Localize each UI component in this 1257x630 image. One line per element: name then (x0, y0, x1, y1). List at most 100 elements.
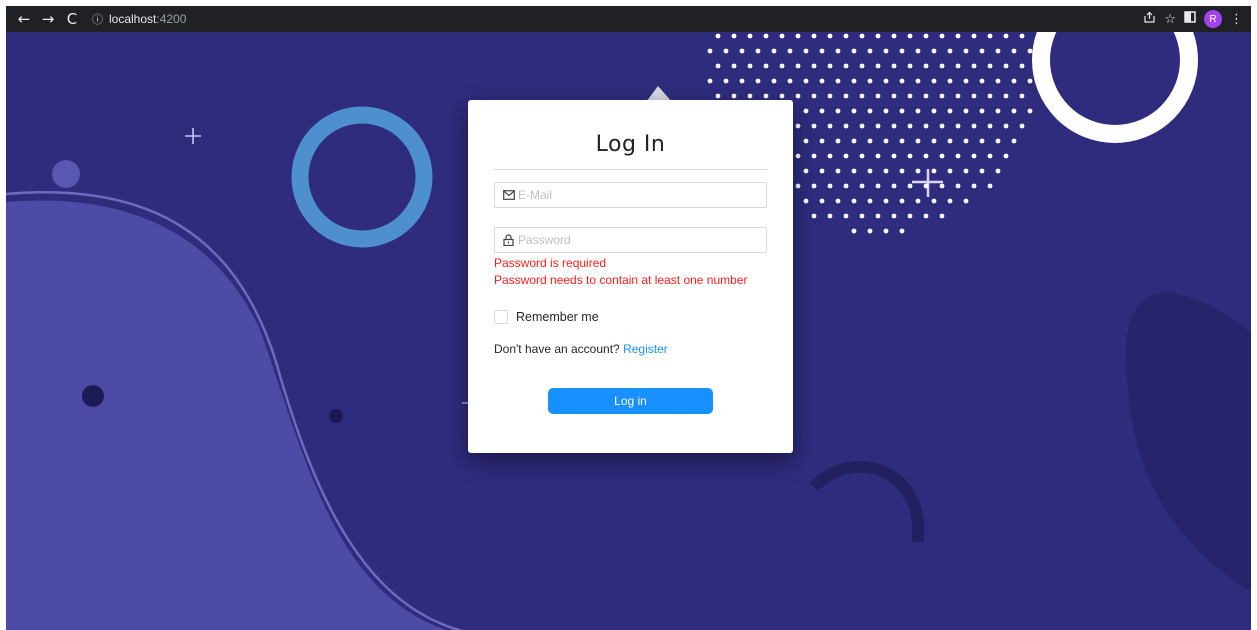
decorative-dot (835, 168, 841, 174)
decorative-dot (1011, 108, 1017, 114)
decorative-dot (771, 48, 777, 54)
decorative-dot (939, 93, 945, 99)
decorative-dot (795, 63, 801, 69)
decorative-dot (731, 33, 737, 39)
password-required-error: Password is required (494, 256, 607, 270)
decorative-dot (987, 153, 993, 159)
decorative-dot (883, 78, 889, 84)
email-input[interactable] (518, 184, 766, 206)
decorative-dot (939, 63, 945, 69)
decorative-dot (979, 108, 985, 114)
decorative-dot (915, 48, 921, 54)
decorative-dot (947, 78, 953, 84)
decorative-dot (859, 93, 865, 99)
back-icon[interactable]: ← (12, 7, 36, 31)
decorative-dot (787, 48, 793, 54)
decorative-dot (971, 123, 977, 129)
decorative-dot (851, 78, 857, 84)
decorative-dot (843, 123, 849, 129)
decorative-dot (819, 78, 825, 84)
mail-icon (503, 189, 515, 201)
decorative-dot (875, 33, 881, 39)
decorative-dot (955, 123, 961, 129)
decorative-dot (875, 93, 881, 99)
reload-icon[interactable]: C (60, 7, 84, 31)
decorative-dot (1019, 123, 1025, 129)
decorative-dot (899, 228, 905, 234)
decorative-dot (779, 93, 785, 99)
register-link[interactable]: Register (623, 342, 668, 356)
decorative-dot (859, 183, 865, 189)
side-panel-icon[interactable] (1184, 11, 1196, 27)
decorative-dot (739, 48, 745, 54)
decorative-dot (987, 33, 993, 39)
decorative-dot (979, 78, 985, 84)
bookmark-star-icon[interactable]: ☆ (1164, 12, 1176, 27)
decorative-dot (755, 78, 761, 84)
decorative-dot (843, 33, 849, 39)
decorative-dot (851, 138, 857, 144)
decorative-dot (1027, 108, 1033, 114)
decorative-dot (883, 228, 889, 234)
address-bar[interactable]: ⓘ localhost:4200 (92, 7, 186, 31)
decorative-dot (995, 108, 1001, 114)
remember-me-row[interactable]: Remember me (494, 310, 599, 324)
decorative-dot (1019, 33, 1025, 39)
remember-me-label: Remember me (516, 310, 599, 324)
decorative-dot (955, 153, 961, 159)
decorative-dot (827, 213, 833, 219)
decorative-dot (947, 138, 953, 144)
decorative-dot (955, 33, 961, 39)
share-icon[interactable] (1143, 11, 1156, 28)
menu-kebab-icon[interactable]: ⋮ (1230, 12, 1243, 27)
decorative-dot (835, 48, 841, 54)
decorative-dot (995, 48, 1001, 54)
decorative-dot (715, 63, 721, 69)
decorative-dot (963, 48, 969, 54)
decorative-dot (771, 78, 777, 84)
decorative-dot (859, 213, 865, 219)
profile-avatar[interactable]: R (1204, 10, 1222, 28)
decorative-dot (811, 213, 817, 219)
decorative-dot (979, 48, 985, 54)
decorative-dot (915, 108, 921, 114)
decorative-dot (875, 123, 881, 129)
decorative-dot (859, 33, 865, 39)
lock-icon (503, 234, 515, 246)
site-info-icon[interactable]: ⓘ (92, 11, 103, 27)
decorative-dot (843, 153, 849, 159)
decorative-dot (939, 153, 945, 159)
email-field[interactable] (494, 182, 767, 208)
decorative-dot (971, 63, 977, 69)
decorative-dot (779, 63, 785, 69)
decorative-dot (795, 153, 801, 159)
decorative-dot (723, 78, 729, 84)
decorative-dot (875, 183, 881, 189)
decorative-dot (835, 138, 841, 144)
decorative-dot (851, 198, 857, 204)
remember-me-checkbox[interactable] (494, 310, 508, 324)
decorative-dot (923, 213, 929, 219)
decorative-dot (947, 48, 953, 54)
decorative-dot (915, 78, 921, 84)
decorative-dot (947, 198, 953, 204)
decorative-dot (995, 78, 1001, 84)
decorative-dot (963, 198, 969, 204)
decorative-dot (1003, 63, 1009, 69)
decorative-dot (1003, 123, 1009, 129)
decorative-dot (811, 93, 817, 99)
decorative-dot (851, 228, 857, 234)
decorative-dot (931, 108, 937, 114)
decorative-dot (843, 93, 849, 99)
decorative-dot (923, 63, 929, 69)
decorative-dot (867, 198, 873, 204)
decorative-dot (891, 93, 897, 99)
password-number-error: Password needs to contain at least one n… (494, 273, 748, 287)
decorative-dot (971, 33, 977, 39)
decorative-dot (803, 138, 809, 144)
forward-icon[interactable]: → (36, 7, 60, 31)
password-field[interactable] (494, 227, 767, 253)
password-input[interactable] (518, 229, 766, 251)
login-button[interactable]: Log in (548, 388, 713, 414)
decorative-dot (739, 78, 745, 84)
